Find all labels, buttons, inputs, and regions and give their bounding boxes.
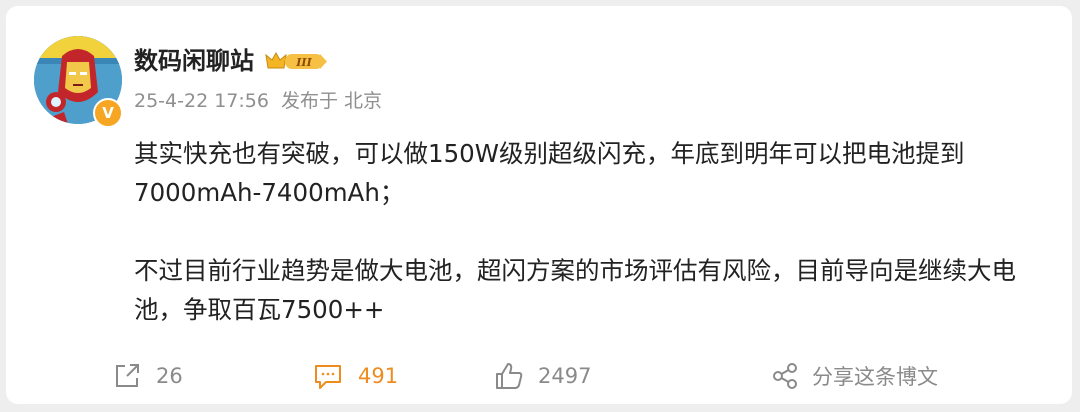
post-location: 发布于 北京 [281,90,383,112]
post-date[interactable]: 25-4-22 17:56 [134,90,269,112]
comment-button[interactable]: 491 [312,358,398,394]
verified-icon: V [93,98,123,128]
share-icon [112,361,142,391]
weibo-post-card: V 数码闲聊站 III 25-4-22 17:56 发布于 北京 其实快充也有突… [6,6,1072,404]
post-paragraph: 其实快充也有突破，可以做150W级别超级闪充，年底到明年可以把电池提到7000m… [134,139,965,207]
share-button[interactable]: 26 [112,358,183,394]
crown-icon[interactable]: III [264,50,328,72]
post-content: 其实快充也有突破，可以做150W级别超级闪充，年底到明年可以把电池提到7000m… [134,134,1034,329]
post-paragraph: 不过目前行业趋势是做大电池，超闪方案的市场评估有风险，目前导向是继续大电池，争取… [134,256,1016,324]
comment-icon [312,361,344,391]
like-icon [494,361,524,391]
like-count: 2497 [538,364,592,388]
comment-count: 491 [358,364,399,388]
share-count: 26 [156,364,183,388]
author-name[interactable]: 数码闲聊站 [134,46,254,76]
post-meta: 25-4-22 17:56 发布于 北京 [134,89,388,113]
level-badge-text: III [295,56,312,69]
share-post-label: 分享这条博文 [812,365,938,389]
like-button[interactable]: 2497 [494,358,591,394]
action-bar: 26 491 2497 分享这条博文 [6,358,1072,394]
share-post-icon [772,362,798,390]
share-post-button[interactable]: 分享这条博文 [772,358,938,394]
